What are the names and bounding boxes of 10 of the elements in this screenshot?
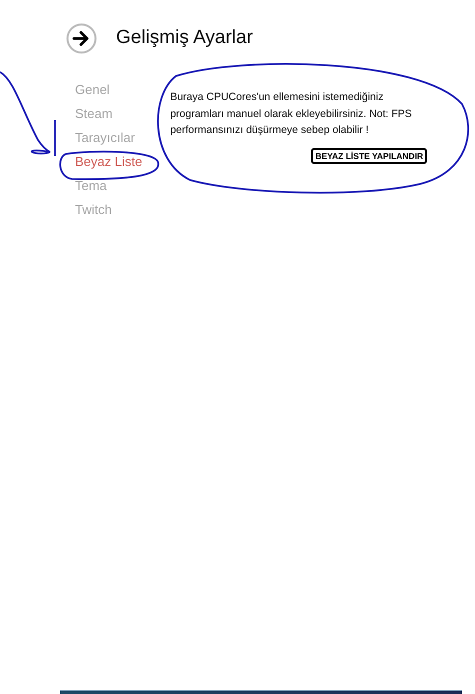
page-title: Gelişmiş Ayarlar — [116, 27, 253, 49]
configure-button[interactable]: BEYAZ LİSTE YAPILANDIR — [311, 148, 428, 164]
nav-item[interactable]: Tema — [75, 174, 142, 198]
arrow-circle-icon[interactable] — [66, 22, 97, 54]
nav-item[interactable]: Steam — [75, 102, 142, 126]
description-text: Buraya CPUCores'un ellemesini istemediğiniz programları manuel olarak ekleyebilirsiniz. Not: FPS performansınızı düşürmeye sebep olabilir ! — [170, 90, 413, 138]
nav-item[interactable]: Genel — [75, 78, 142, 102]
nav-item[interactable]: Twitch — [75, 198, 142, 222]
nav-item[interactable]: Tarayıcılar — [75, 126, 142, 150]
nav-item[interactable]: Beyaz Liste — [75, 150, 142, 174]
